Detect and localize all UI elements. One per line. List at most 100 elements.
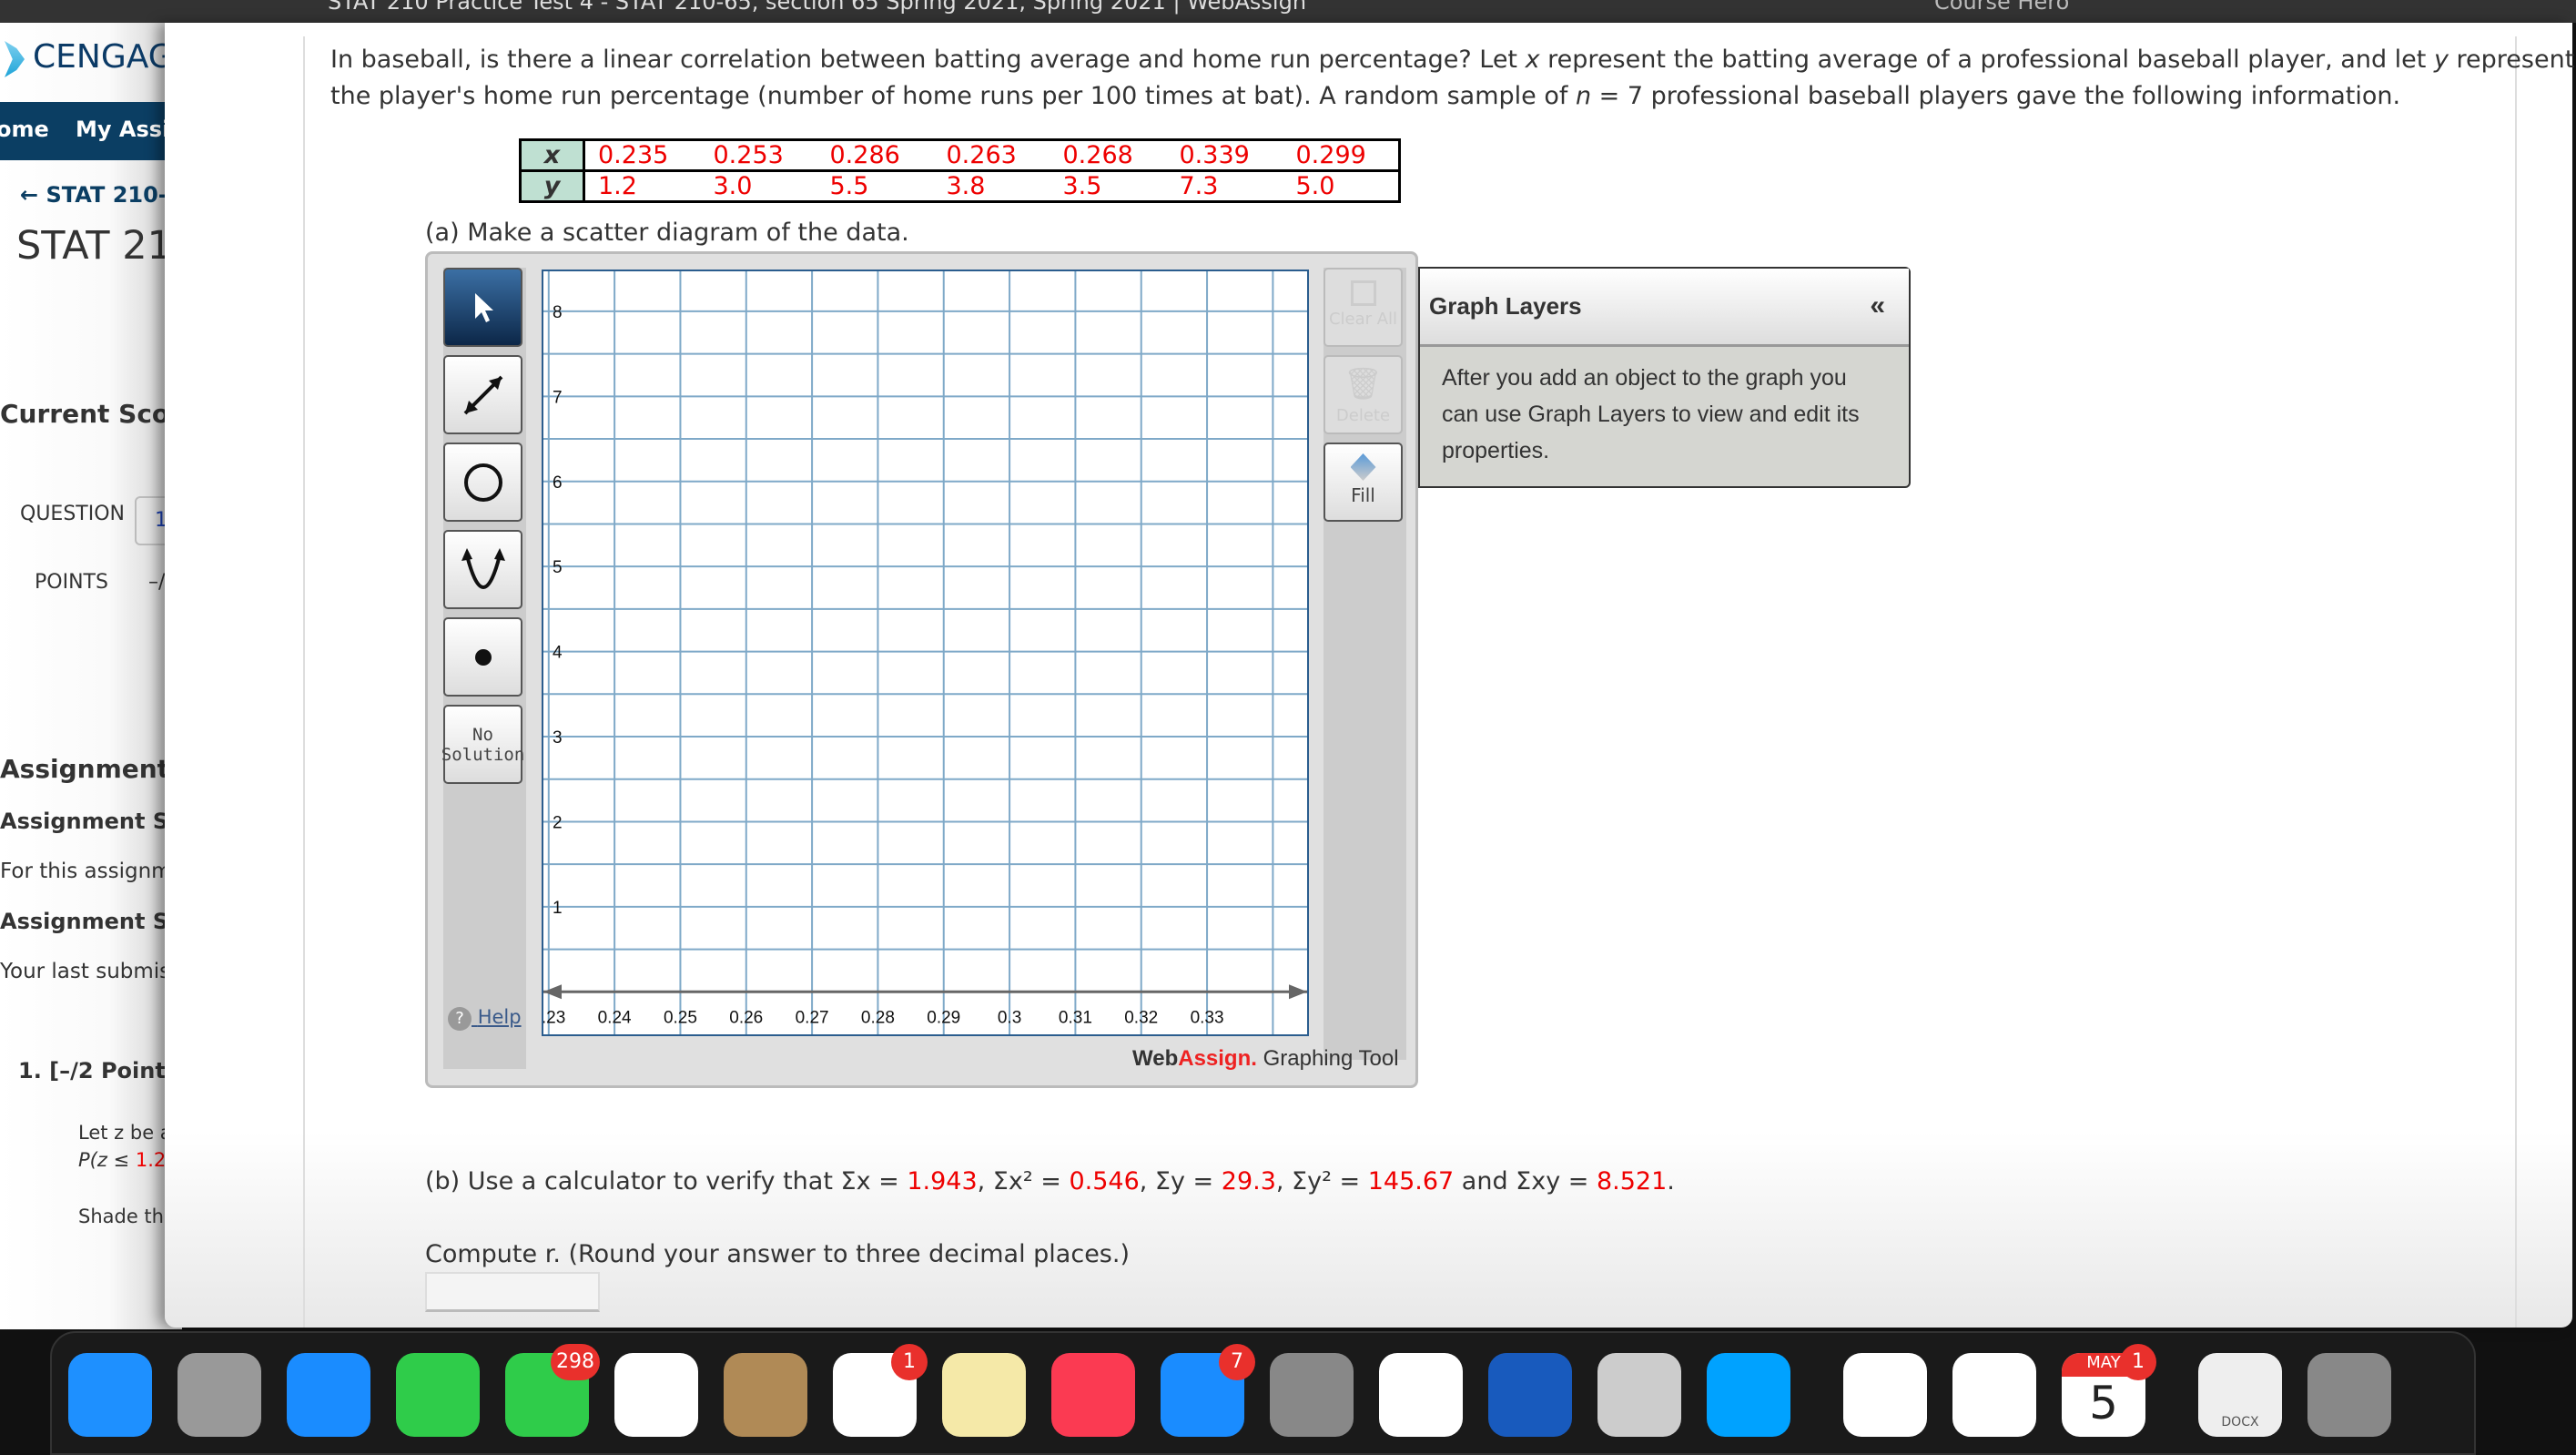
var-y: y — [2433, 46, 2449, 74]
trash-icon[interactable] — [2307, 1353, 2391, 1437]
app-store-icon[interactable]: 7 — [1161, 1344, 1255, 1437]
pointer-tool-button[interactable] — [443, 268, 522, 347]
brand-rest: Graphing Tool — [1256, 1046, 1399, 1071]
brand-web: Web — [1132, 1046, 1179, 1071]
question-label: QUESTION — [20, 503, 125, 525]
x-tick-label: 0.26 — [729, 1008, 763, 1027]
photos-icon[interactable] — [614, 1353, 698, 1437]
calendar-icon[interactable]: MAY 5 1 — [2062, 1344, 2156, 1437]
var-x: x — [1525, 46, 1540, 74]
assignment-section-heading: Assignment S — [0, 754, 182, 784]
music-icon[interactable] — [1051, 1353, 1135, 1437]
background-sidebar: CENGAGE ome My Assig ← STAT 210-6 STAT 2… — [0, 0, 182, 1329]
safari-icon[interactable] — [1843, 1353, 1927, 1437]
double-arrow-line-icon — [463, 375, 502, 414]
facetime-icon[interactable] — [396, 1353, 480, 1437]
system-preferences-icon[interactable] — [1270, 1353, 1354, 1437]
notes-icon[interactable] — [942, 1353, 1026, 1437]
x-cell: 0.286 — [829, 140, 900, 169]
table-row-y: y 1.2 3.0 5.5 3.8 3.5 7.3 5.0 — [520, 169, 1400, 202]
reminders-icon[interactable]: 1 — [833, 1344, 928, 1437]
part-b-text: (b) Use a calculator to verify that Σx =… — [425, 1164, 1675, 1200]
text: = 7 professional baseball players gave t… — [1591, 82, 2401, 110]
no-solution-button[interactable]: No Solution — [441, 705, 525, 784]
sum-x2: 0.546 — [1069, 1167, 1140, 1196]
brand-assign: Assign. — [1178, 1046, 1257, 1071]
label: No — [472, 724, 493, 745]
printer-icon[interactable] — [1952, 1353, 2036, 1437]
text: represent — [2448, 46, 2575, 74]
roblox-icon[interactable] — [1597, 1353, 1681, 1437]
var-n: n — [1575, 82, 1592, 110]
y-cell: 3.5 — [1050, 169, 1167, 202]
assignment-score-text: Your last submiss — [0, 960, 182, 983]
label: Fill — [1351, 484, 1375, 506]
contacts-icon[interactable] — [724, 1353, 807, 1437]
graph-grid: 0.23 0.24 0.25 0.26 0.27 0.28 0.29 0.3 0.31 0.32 0… — [532, 268, 1307, 1034]
collapse-icon[interactable]: « — [1870, 290, 1885, 321]
x-cell: 0.268 — [1062, 140, 1133, 169]
help-link[interactable]: ? Help — [448, 1006, 522, 1031]
prob-text: P(z ≤ — [78, 1149, 136, 1171]
text: , Σx² = — [977, 1167, 1070, 1196]
x-cell: 0.235 — [598, 140, 669, 169]
text: , Σy = — [1139, 1167, 1222, 1196]
graph-layers-header: Graph Layers « — [1420, 269, 1909, 347]
trash-icon: 🗑 — [1343, 366, 1384, 402]
file-label: DOCX — [2221, 1415, 2259, 1430]
mail-icon[interactable] — [287, 1353, 370, 1437]
y-tick-label: 4 — [553, 644, 563, 663]
y-cell: 7.3 — [1166, 169, 1283, 202]
launchpad-icon[interactable] — [177, 1353, 261, 1437]
assignment-submission-heading: Assignment Sub — [0, 809, 182, 834]
current-score-heading: Current Score — [0, 399, 182, 429]
y-tick-label: 7 — [553, 388, 563, 407]
x-tick-label: 0.23 — [543, 1008, 565, 1027]
roblox-studio-icon[interactable] — [1707, 1353, 1790, 1437]
line-tool-button[interactable] — [443, 355, 522, 434]
y-cell: 3.8 — [933, 169, 1050, 202]
circle-tool-button[interactable] — [443, 443, 522, 522]
graph-layers-title: Graph Layers — [1429, 292, 1582, 320]
nav-home[interactable]: ome — [0, 117, 49, 142]
points-value: –/ — [148, 571, 166, 594]
notification-badge: 1 — [2120, 1344, 2156, 1380]
question-1-prob: P(z ≤ 1.2 — [78, 1149, 166, 1171]
webassign-brand: WebAssign. Graphing Tool — [1132, 1046, 1399, 1072]
notification-badge: 7 — [1219, 1344, 1255, 1380]
text: and Σxy = — [1454, 1167, 1597, 1196]
y-cell: 5.5 — [816, 169, 934, 202]
x-tick-label: 0.27 — [796, 1008, 829, 1027]
y-tick-label: 5 — [553, 558, 563, 577]
r-answer-input[interactable] — [425, 1272, 600, 1312]
clear-all-button[interactable]: Clear All — [1323, 268, 1403, 347]
x-cell: 0.263 — [946, 140, 1017, 169]
chrome-icon[interactable] — [1379, 1353, 1463, 1437]
finder-icon[interactable] — [68, 1353, 152, 1437]
fill-button[interactable]: Fill — [1323, 443, 1403, 522]
text: represent the batting average of a profe… — [1539, 46, 2434, 74]
label: Clear All — [1328, 310, 1398, 329]
docx-file-icon[interactable]: DOCX — [2198, 1353, 2282, 1437]
point-icon — [474, 648, 492, 666]
back-link[interactable]: ← STAT 210-6 — [20, 182, 182, 208]
x-tick-label: 0.3 — [998, 1008, 1021, 1027]
word-icon[interactable] — [1488, 1353, 1572, 1437]
text: (b) Use a calculator to verify that Σx = — [425, 1167, 908, 1196]
text: the player's home run percentage (number… — [330, 82, 1576, 110]
text: . — [1667, 1167, 1675, 1196]
graph-canvas[interactable]: 0.23 0.24 0.25 0.26 0.27 0.28 0.29 0.3 0.31 0.32 0… — [532, 268, 1309, 1036]
divider — [2515, 36, 2517, 1328]
course-hero-tab[interactable]: Course Hero — [1934, 0, 2069, 15]
y-tick-label: 8 — [553, 303, 563, 322]
circle-icon — [463, 463, 502, 502]
delete-button[interactable]: 🗑 Delete — [1323, 355, 1403, 434]
label: Solution — [441, 744, 525, 765]
point-tool-button[interactable] — [443, 617, 522, 697]
divider — [303, 36, 305, 1328]
x-tick-label: 0.29 — [927, 1008, 960, 1027]
parabola-tool-button[interactable] — [443, 530, 522, 609]
messages-icon[interactable]: 298 — [505, 1344, 600, 1437]
graph-layers-panel: Graph Layers « After you add an object to… — [1418, 267, 1911, 488]
brand: CENGAGE — [33, 38, 182, 76]
